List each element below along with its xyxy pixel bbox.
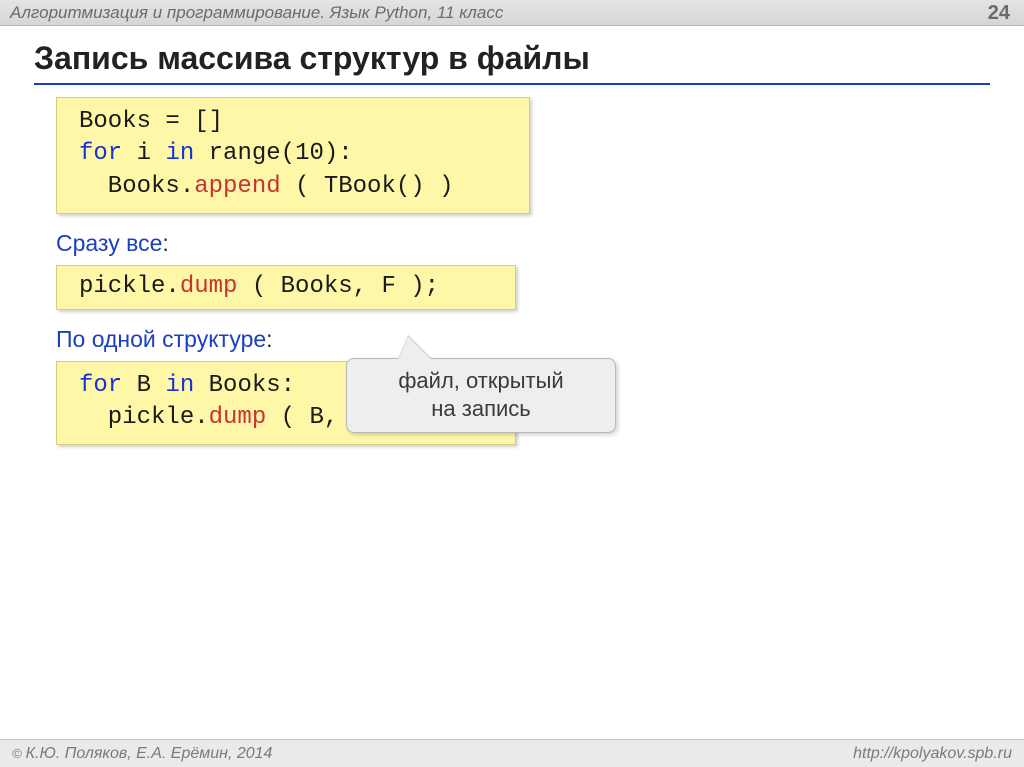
page-title: Запись массива структур в файлы xyxy=(34,40,990,85)
code-block-init: Books = [] for i in range(10): Books.app… xyxy=(56,97,530,214)
section-label-all: Сразу все: xyxy=(56,230,990,257)
page-number: 24 xyxy=(988,2,1010,25)
header-title: Алгоритмизация и программирование. Язык … xyxy=(10,3,503,23)
callout-box: файл, открытый на запись xyxy=(346,358,616,433)
callout-line1: файл, открытый xyxy=(365,367,597,395)
footer-copyright: © К.Ю. Поляков, Е.А. Ерёмин, 2014 xyxy=(12,745,272,763)
callout-wrap: файл, открытый на запись xyxy=(336,334,620,430)
callout-tail-icon xyxy=(398,336,432,360)
copyright-icon: © xyxy=(12,746,22,761)
footer-url: http://kpolyakov.spb.ru xyxy=(853,745,1012,763)
callout-line2: на запись xyxy=(365,395,597,423)
footer-bar: © К.Ю. Поляков, Е.А. Ерёмин, 2014 http:/… xyxy=(0,739,1024,767)
code-block-dump-all: pickle.dump ( Books, F ); xyxy=(56,265,516,309)
header-bar: Алгоритмизация и программирование. Язык … xyxy=(0,0,1024,26)
